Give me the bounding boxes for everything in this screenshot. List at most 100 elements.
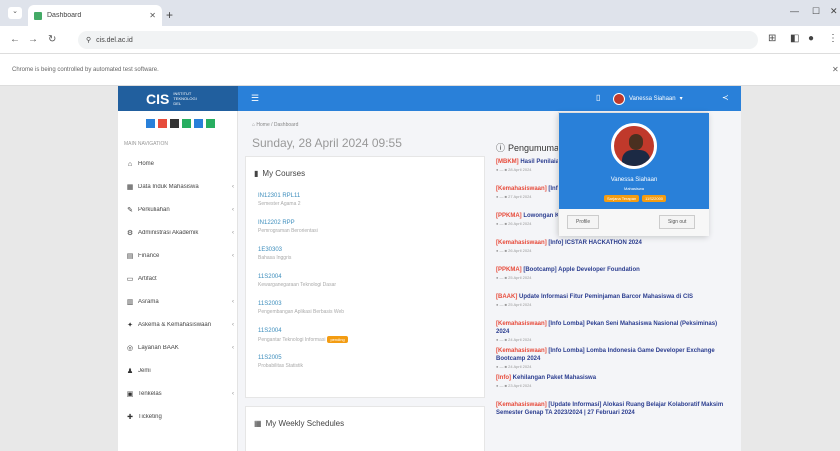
announcement-meta: ● — ■ 25 April 2024 (496, 302, 532, 307)
sidebar-item-label: Perkuliahan (138, 207, 170, 213)
sidebar-item[interactable]: ✦ Askema & Kemahasiswaan ‹ (118, 314, 238, 336)
infobar-close-icon[interactable]: ✕ (832, 65, 839, 74)
announcement-item[interactable]: [Kemahasiswaan] [Info Lomba] Pekan Seni … (496, 320, 726, 342)
sidebar-item[interactable]: ⌂ Home (118, 153, 238, 175)
profile-icon[interactable]: ● (808, 33, 814, 44)
sidebar-item[interactable]: ▥ Asrama ‹ (118, 291, 238, 313)
course-code: IN12301 RPL11 (258, 193, 301, 199)
announcement-item[interactable]: [Kemahasiswaan] [Update Informasi] Aloka… (496, 401, 726, 418)
course-code: 11S2005 (258, 355, 282, 361)
sidebar-item[interactable]: ⚙ Administrasi Akademik ‹ (118, 222, 238, 244)
brand-logo[interactable]: CIS INSTITUT TEKNOLOGI DEL (118, 86, 238, 111)
sidebar-item[interactable]: ▤ Finance ‹ (118, 245, 238, 267)
announcement-tag: [BAAK] (496, 294, 518, 300)
reload-icon[interactable]: ↻ (48, 34, 56, 45)
course-item[interactable]: 1E30303 Bahasa Inggris (258, 247, 478, 261)
logo-subtitle: INSTITUT TEKNOLOGI DEL (173, 91, 197, 106)
course-item[interactable]: 11S2004 Pengantar Teknologi Informasi pend… (258, 328, 478, 343)
announcement-tag: [MBKM] (496, 159, 519, 165)
site-info-icon[interactable]: ⚲ (86, 36, 91, 44)
announcement-link[interactable]: Kehilangan Paket Mahasiswa (513, 375, 596, 381)
user-menu-toggle[interactable]: Vanessa Siahaan ▾ (613, 90, 683, 107)
sidebar-item-label: Ticketing (138, 414, 162, 420)
course-name: Bahasa Inggris (258, 255, 292, 261)
announcement-link[interactable]: [Bootcamp] Apple Developer Foundation (523, 267, 639, 273)
sidebar-item[interactable]: ♟ Jemi (118, 360, 238, 382)
course-code: 1E30303 (258, 247, 283, 253)
control-sidebar-icon[interactable]: ≺ (722, 93, 729, 102)
announcement-link[interactable]: [Info] ICSTAR HACKATHON 2024 (548, 240, 641, 246)
tab-search-icon[interactable]: ⌄ (8, 7, 22, 19)
chevron-left-icon: ‹ (232, 299, 234, 305)
announcement-title: Pengumuman (508, 142, 565, 153)
breadcrumb[interactable]: ⌂ Home / Dashboard (252, 122, 298, 128)
course-item[interactable]: 11S2004 Kewarganegaraan Teknologi Dasar (258, 274, 478, 288)
schedule-card: ▦ My Weekly Schedules (245, 406, 485, 451)
announcement-item[interactable]: [Kemahasiswaan] [Info] ICSTAR HACKATHON … (496, 239, 726, 253)
announcement-item[interactable]: [Info] Kehilangan Paket Mahasiswa ● — ■ 2… (496, 374, 726, 388)
back-icon[interactable]: ← (10, 34, 20, 45)
student-icon: ✦ (127, 322, 133, 329)
hamburger-menu-icon[interactable]: ☰ (251, 93, 259, 104)
chevron-left-icon: ‹ (232, 184, 234, 190)
color-blocks (146, 119, 215, 128)
announcement-item[interactable]: [PPKMA] [Bootcamp] Apple Developer Found… (496, 266, 726, 280)
announcement-meta: ● — ■ 24 April 2024 (496, 364, 532, 369)
info-icon: ⓘ (496, 143, 506, 153)
course-item[interactable]: 11S2003 Pengembangan Aplikasi Berbasis We… (258, 301, 478, 315)
signout-button[interactable]: Sign out (659, 215, 696, 229)
announcement-tag: [Kemahasiswaan] (496, 348, 547, 354)
announcement-link[interactable]: Update Informasi Fitur Peminjaman Barcor… (519, 294, 693, 300)
announcement-tag: [PPKMA] (496, 267, 522, 273)
sidebar-item-label: Jemi (138, 368, 151, 374)
favicon-icon (34, 11, 42, 20)
browser-tab[interactable]: Dashboard ✕ (28, 5, 162, 26)
course-name: Probabilitas Statistik (258, 363, 304, 369)
course-item[interactable]: 11S2005 Probabilitas Statistik (258, 355, 478, 369)
new-tab-button[interactable]: + (166, 8, 173, 22)
forward-icon[interactable]: → (28, 34, 38, 45)
profile-button[interactable]: Profile (567, 215, 600, 229)
database-icon: ▦ (126, 184, 134, 191)
announcement-item[interactable]: [BAAK] Update Informasi Fitur Peminjaman… (496, 293, 726, 307)
sidebar-heading: MAIN NAVIGATION (124, 141, 168, 147)
course-name: Pengembangan Aplikasi Berbasis Web (258, 309, 345, 315)
sidebar-item[interactable]: ✎ Perkuliahan ‹ (118, 199, 238, 221)
calendar-icon: ▣ (126, 391, 134, 398)
announcement-meta: ● — ■ 24 April 2024 (496, 337, 532, 342)
sidebar-item-label: Data Induk Mahasiswa (138, 184, 199, 190)
sidebar-item[interactable]: ▣ Tenkelas ‹ (118, 383, 238, 405)
course-name: Pengantar Teknologi Informasi pending (258, 336, 478, 343)
chevron-left-icon: ‹ (232, 253, 234, 259)
announcement-tag: [Info] (496, 375, 511, 381)
sidepanel-icon[interactable]: ◧ (790, 33, 799, 44)
sidebar-item[interactable]: ▦ Data Induk Mahasiswa ‹ (118, 176, 238, 198)
course-name: Kewarganegaraan Teknologi Dasar (258, 282, 337, 288)
address-bar[interactable]: ⚲ cis.del.ac.id (78, 31, 758, 49)
close-window-icon[interactable]: ✕ (830, 6, 838, 17)
maximize-icon[interactable]: ☐ (812, 6, 820, 17)
announcement-item[interactable]: [Kemahasiswaan] [Info Lomba] Lomba Indon… (496, 347, 726, 369)
sidebar-item[interactable]: ▭ Artifact (118, 268, 238, 290)
minimize-icon[interactable]: — (790, 6, 799, 16)
sidebar-item[interactable]: ◎ Layanan BAAK ‹ (118, 337, 238, 359)
sidebar-item-label: Home (138, 161, 155, 167)
user-dropdown-header: Vanessa Siahaan Mahasiswa Sarjana Terapa… (559, 113, 709, 209)
sidebar-item-label: Layanan BAAK (138, 345, 179, 351)
browser-menu-icon[interactable]: ⋮ (828, 33, 838, 44)
chevron-left-icon: ‹ (232, 322, 234, 328)
sidebar-item[interactable]: ✚ Ticketing (118, 406, 238, 428)
course-item[interactable]: IN12301 RPL11 Semester Agama 2 (258, 193, 478, 207)
extensions-icon[interactable]: ⊞ (768, 33, 776, 44)
course-item[interactable]: IN12202 RPP Pemrograman Berorientasi (258, 220, 478, 234)
book-icon: ▮ (254, 169, 259, 178)
chevron-left-icon: ‹ (232, 230, 234, 236)
page-date-title: Sunday, 28 April 2024 09:55 (252, 136, 402, 150)
user-icon: ♟ (126, 368, 134, 375)
sidebar-item-label: Asrama (138, 299, 159, 305)
announcement-meta: ● — ■ 26 April 2024 (496, 248, 532, 253)
tab-close-icon[interactable]: ✕ (149, 11, 156, 20)
notification-bell-icon[interactable]: ▯ (596, 93, 600, 102)
schedule-title: My Weekly Schedules (265, 419, 345, 428)
sidebar-item-label: Askema & Kemahasiswaan (138, 322, 212, 328)
